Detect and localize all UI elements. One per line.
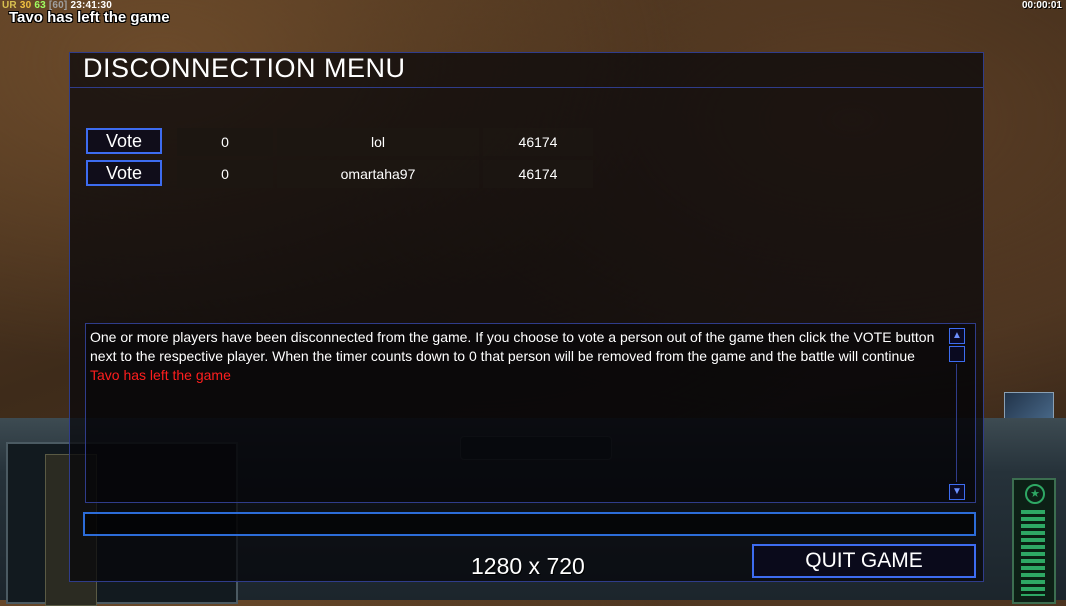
player-timer: 46174: [483, 128, 593, 156]
resolution-label: 1280 x 720: [471, 553, 585, 579]
log-event: Tavo has left the game: [90, 367, 231, 383]
game-timer: 00:00:01: [1021, 0, 1062, 11]
dialog-title: DISCONNECTION MENU: [83, 53, 406, 83]
chat-input[interactable]: [83, 512, 976, 536]
scroll-track-line: [956, 364, 957, 482]
disconnection-dialog: DISCONNECTION MENU Vote 0 lol 46174 Vote…: [69, 52, 984, 582]
quit-game-button[interactable]: QUIT GAME: [752, 544, 976, 578]
log-scrollbar[interactable]: ▲ ▼: [949, 328, 967, 500]
scroll-down-icon[interactable]: ▼: [949, 484, 965, 500]
vote-button[interactable]: Vote: [86, 160, 162, 186]
vote-count: 0: [177, 160, 273, 188]
player-name: lol: [277, 128, 479, 156]
player-timer: 46174: [483, 160, 593, 188]
player-row: Vote 0 lol 46174: [86, 128, 593, 156]
vote-button[interactable]: Vote: [86, 128, 162, 154]
star-icon: ★: [1025, 484, 1045, 504]
scroll-up-icon[interactable]: ▲: [949, 328, 965, 344]
ingame-message: Tavo has left the game: [9, 9, 170, 26]
log-text: One or more players have been disconnect…: [90, 328, 950, 385]
log-message: One or more players have been disconnect…: [90, 329, 935, 364]
vote-count: 0: [177, 128, 273, 156]
message-log: One or more players have been disconnect…: [85, 323, 976, 503]
power-bars: [1021, 510, 1045, 596]
title-divider: [70, 87, 983, 88]
player-row: Vote 0 omartaha97 46174: [86, 160, 593, 188]
power-meter: ★: [1012, 478, 1056, 604]
player-name: omartaha97: [277, 160, 479, 188]
scroll-thumb[interactable]: [949, 346, 965, 362]
